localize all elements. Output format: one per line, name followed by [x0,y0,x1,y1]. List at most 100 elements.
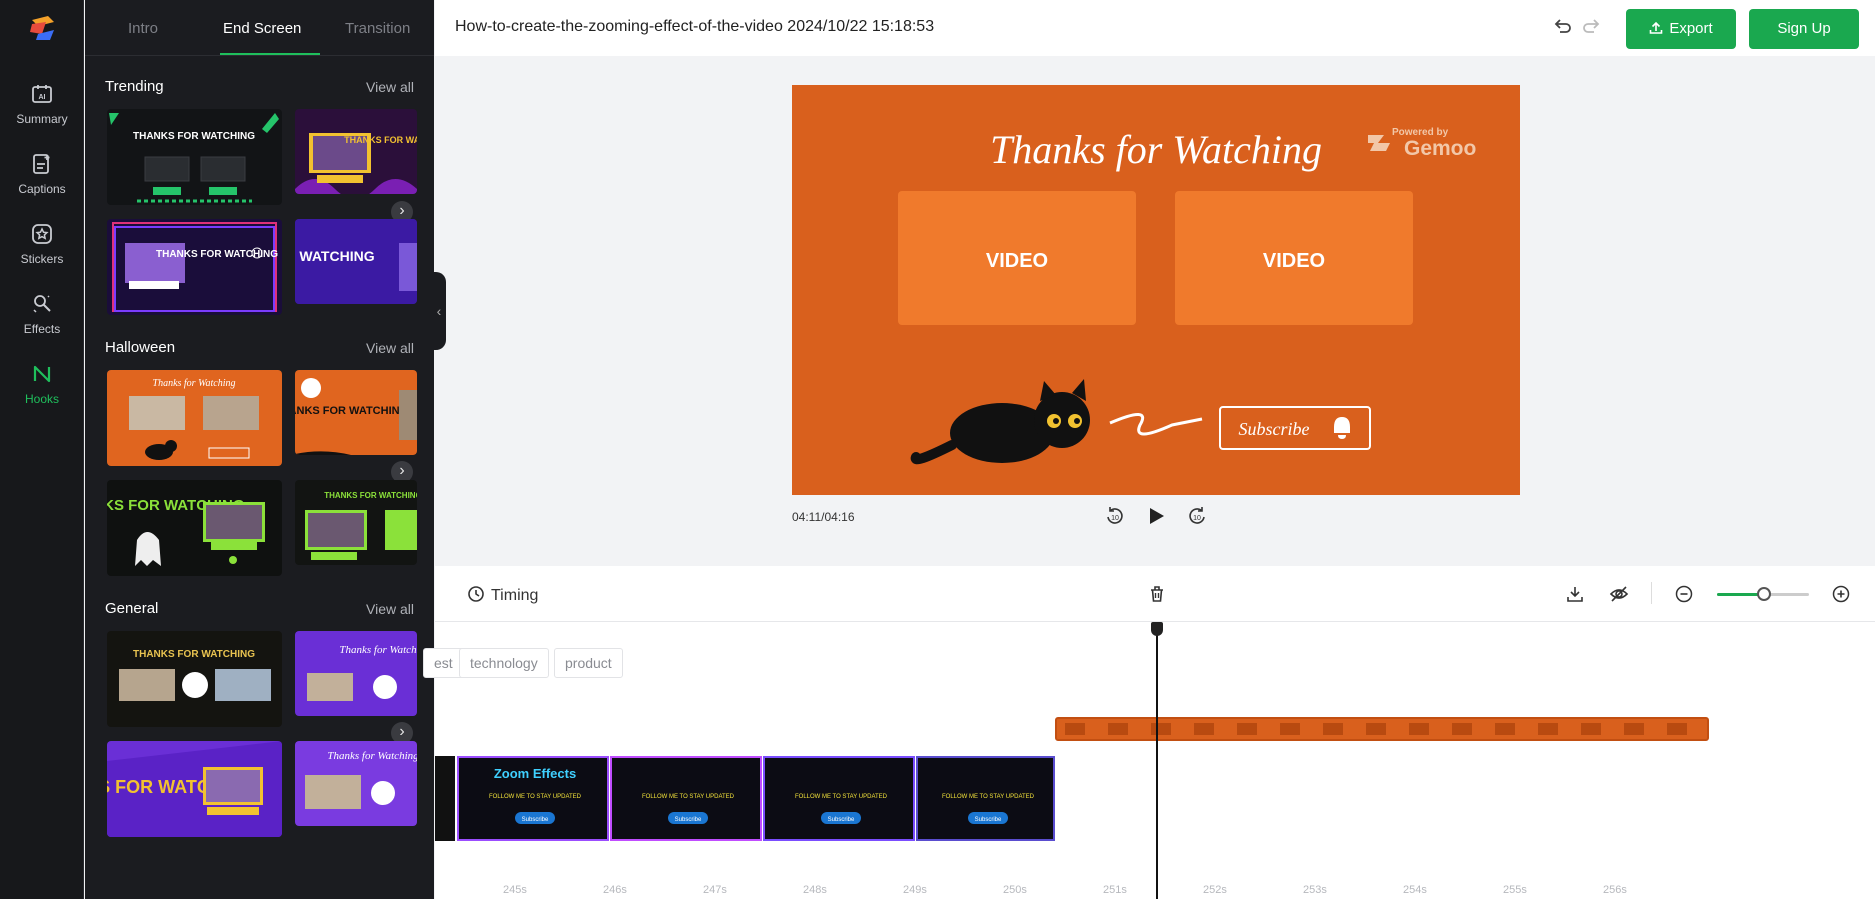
section-title-halloween: Halloween [105,339,176,356]
effects-icon [33,295,51,313]
panel-tabs: Intro End Screen Transition [85,0,434,56]
active-tab-indicator [220,53,320,55]
sign-up-label: Sign Up [1777,20,1831,37]
tab-end-screen[interactable]: End Screen [223,20,301,37]
ruler-tick: 249s [903,884,927,896]
caption-tag[interactable]: est [423,648,464,678]
rail-item-captions[interactable]: Captions [0,146,84,208]
template-thumb[interactable]: Thanks for Watching [295,631,417,716]
playhead-handle[interactable] [1151,622,1163,636]
collapse-panel-button[interactable]: ‹ [432,272,446,350]
svg-text:AI: AI [39,94,46,101]
trash-icon[interactable] [1147,584,1167,604]
view-all-halloween[interactable]: View all [366,340,414,356]
video-clip[interactable]: FOLLOW ME TO STAY UPDATED Subscribe [763,756,915,841]
captions-icon [33,154,50,174]
rail-label-hooks: Hooks [24,392,59,406]
play-icon[interactable] [1145,505,1167,527]
tab-transition[interactable]: Transition [345,20,410,37]
rail-label-stickers: Stickers [20,252,64,266]
ruler-tick: 245s [503,884,527,896]
template-thumb[interactable]: THANKS FOR WATCHING [107,109,282,205]
thumb-title: WATCHING [299,248,374,264]
hooks-icon [33,365,51,383]
template-thumb[interactable]: THANKS FOR WATCHING [107,219,282,315]
thumb-title: THANKS FOR WATCHING [295,405,408,417]
thumb-title: THANKS FOR WATCHING [324,491,417,500]
tab-intro[interactable]: Intro [128,20,158,37]
template-thumb[interactable]: Thanks for Watching [295,741,417,826]
redo-icon[interactable] [1581,16,1603,38]
video-clip[interactable]: FOLLOW ME TO STAY UPDATED Subscribe [610,756,762,841]
video-preview[interactable]: Thanks for Watching Powered by Gemoo VID… [792,85,1520,495]
view-all-trending[interactable]: View all [366,79,414,95]
rail-item-summary[interactable]: AI Summary [0,76,84,138]
section-title-general: General [105,600,159,617]
rail-label-captions: Captions [18,182,66,196]
zoom-out-icon[interactable] [1675,585,1693,603]
time-ruler[interactable]: 245s 246s 247s 248s 249s 250s 251s 252s … [435,882,1875,899]
svg-text:10: 10 [1193,515,1201,522]
rail-label-effects: Effects [23,322,61,336]
zoom-in-icon[interactable] [1832,585,1850,603]
template-thumb[interactable]: THANKS FOR WATCHING [295,109,417,194]
template-thumb[interactable]: WATCHING [295,219,417,304]
hide-icon[interactable] [1609,584,1629,604]
sign-up-button[interactable]: Sign Up [1749,9,1859,49]
timing-label: Timing [491,587,539,604]
forward-10-icon[interactable]: 10 [1186,505,1208,527]
template-thumb[interactable]: THANKS FOR WATCHING [295,370,417,455]
thumb-title: THANKS FOR WATCHING [133,131,255,142]
ruler-tick: 250s [1003,884,1027,896]
project-title[interactable]: How-to-create-the-zooming-effect-of-the-… [455,18,934,36]
video-clip[interactable] [435,756,455,841]
thumb-title: Thanks for Watching [327,750,417,762]
clip-button-label: Subscribe [675,817,702,823]
clock-icon [468,586,484,602]
ruler-tick: 253s [1303,884,1327,896]
rail-item-stickers[interactable]: Stickers [0,216,84,278]
thumb-title: THANKS FOR WATCHING [133,649,255,660]
ruler-tick: 251s [1103,884,1127,896]
timeline-toolbar: Timing [435,566,1875,622]
undo-icon[interactable] [1551,16,1573,38]
caption-tag[interactable]: product [554,648,623,678]
ruler-tick: 247s [703,884,727,896]
end-screen-track-clip[interactable] [1055,717,1709,741]
stickers-icon [32,224,52,244]
playhead[interactable] [1156,623,1158,899]
ruler-tick: 256s [1603,884,1627,896]
clip-title: Zoom Effects [494,766,576,781]
video-clip[interactable]: Zoom Effects FOLLOW ME TO STAY UPDATED S… [457,756,609,841]
video-clip[interactable]: FOLLOW ME TO STAY UPDATED Subscribe [916,756,1055,841]
caption-tag[interactable]: technology [459,648,549,678]
rewind-10-icon[interactable]: 10 [1104,505,1126,527]
template-thumb[interactable]: Thanks for Watching [107,370,282,466]
app-logo[interactable] [28,14,58,42]
export-label: Export [1669,20,1713,37]
rail-item-hooks[interactable]: Hooks [0,356,84,418]
clip-caption: FOLLOW ME TO STAY UPDATED [942,794,1035,800]
view-all-general[interactable]: View all [366,601,414,617]
template-thumb[interactable]: THANKS FOR WATCHING [107,741,282,837]
clip-caption: FOLLOW ME TO STAY UPDATED [489,794,582,800]
thumb-title: THANKS FOR WATCHING [344,135,417,145]
template-thumb[interactable]: THANKS FOR WATCHING [295,480,417,565]
ruler-tick: 248s [803,884,827,896]
timing-button[interactable]: Timing [467,585,538,605]
left-rail: AI Summary Captions Stickers Effects Hoo… [0,0,84,899]
template-thumb[interactable]: THANKS FOR WATCHING [107,631,282,727]
clip-caption: FOLLOW ME TO STAY UPDATED [642,794,735,800]
rail-item-effects[interactable]: Effects [0,286,84,348]
template-thumb[interactable]: THANKS FOR WATCHING [107,480,282,576]
playback-time: 04:11/04:16 [792,510,855,524]
clip-button-label: Subscribe [828,817,855,823]
ruler-tick: 252s [1203,884,1227,896]
download-icon[interactable] [1565,584,1585,604]
timeline: Timing est technology product Zoom Effec… [423,566,1875,899]
brand-label: Gemoo [1404,137,1476,160]
zoom-slider-handle[interactable] [1757,587,1771,601]
clip-button-label: Subscribe [522,817,549,823]
upload-icon [1650,21,1663,34]
export-button[interactable]: Export [1626,9,1736,49]
